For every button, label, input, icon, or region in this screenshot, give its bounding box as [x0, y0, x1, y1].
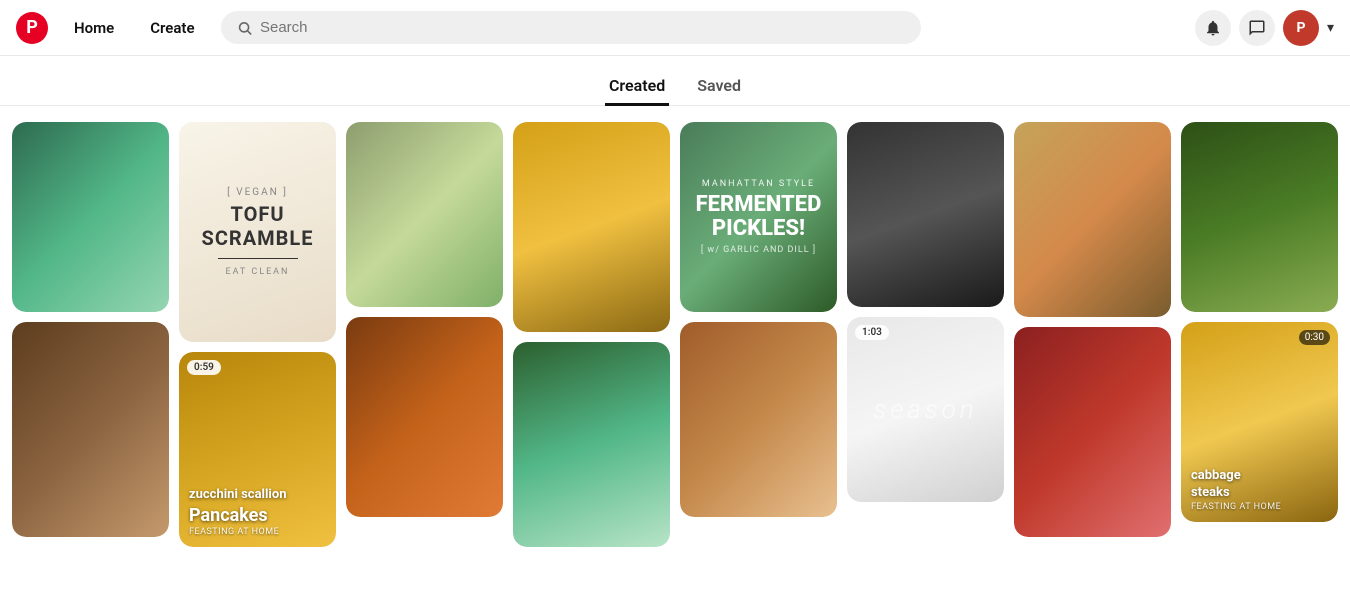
pin-card[interactable]: [513, 122, 670, 332]
pin-card[interactable]: 1:03 season: [847, 317, 1004, 502]
recipe-vegan-label: [ VEGAN ]: [227, 187, 288, 198]
avatar-letter: P: [1296, 20, 1305, 36]
recipe-title: TOFU SCRAMBLE: [199, 202, 316, 250]
pin-card[interactable]: 0:59 zucchini scallionPancakes FEASTING …: [179, 352, 336, 547]
notification-icon: [1204, 19, 1222, 37]
notification-button[interactable]: [1195, 10, 1231, 46]
pin-card[interactable]: [12, 322, 169, 537]
video-duration-badge: 0:59: [187, 360, 221, 375]
header: P Home Create P ▾: [0, 0, 1350, 56]
fermented-title: FERMENTED PICKLES!: [695, 193, 822, 241]
pin-card[interactable]: [1014, 327, 1171, 537]
search-icon: [237, 20, 252, 36]
tab-saved[interactable]: Saved: [693, 68, 745, 106]
video-duration-badge: 1:03: [855, 325, 889, 340]
pin-overlay-source: FEASTING AT HOME: [189, 527, 326, 537]
video-duration: 0:30: [1299, 330, 1330, 345]
message-button[interactable]: [1239, 10, 1275, 46]
account-chevron[interactable]: ▾: [1327, 19, 1334, 36]
nav-create[interactable]: Create: [140, 13, 204, 43]
pin-card[interactable]: 0:30 cabbagesteaks FEASTING AT HOME: [1181, 322, 1338, 522]
cabbage-steaks-source: FEASTING AT HOME: [1191, 502, 1328, 512]
tabs-nav: Created Saved: [0, 56, 1350, 106]
fermented-style-label: MANHATTAN STYLE: [702, 179, 815, 189]
season-text-overlay: season: [873, 395, 977, 425]
search-bar: [221, 11, 921, 44]
cabbage-steaks-title: cabbagesteaks: [1191, 468, 1328, 502]
pin-grid: [ VEGAN ] TOFU SCRAMBLE EAT CLEAN 0:59 z…: [0, 106, 1350, 606]
pin-card[interactable]: [1181, 122, 1338, 312]
pin-card[interactable]: [12, 122, 169, 312]
pin-card[interactable]: [847, 122, 1004, 307]
pin-card[interactable]: [ VEGAN ] TOFU SCRAMBLE EAT CLEAN: [179, 122, 336, 342]
pinterest-logo[interactable]: P: [16, 12, 48, 44]
pin-card[interactable]: [346, 122, 503, 307]
tab-created[interactable]: Created: [605, 68, 669, 106]
avatar[interactable]: P: [1283, 10, 1319, 46]
message-icon: [1248, 19, 1266, 37]
fermented-subtitle: [ w/ GARLIC AND DILL ]: [701, 245, 816, 255]
search-input[interactable]: [260, 19, 905, 36]
pin-overlay-title: zucchini scallionPancakes: [189, 487, 326, 527]
recipe-subtitle: EAT CLEAN: [226, 267, 290, 277]
pin-card[interactable]: [513, 342, 670, 547]
pin-card[interactable]: [346, 317, 503, 517]
pinterest-logo-letter: P: [26, 17, 38, 38]
pin-card[interactable]: [1014, 122, 1171, 317]
pin-card[interactable]: MANHATTAN STYLE FERMENTED PICKLES! [ w/ …: [680, 122, 837, 312]
pin-card[interactable]: [680, 322, 837, 517]
header-icons: P ▾: [1195, 10, 1334, 46]
nav-home[interactable]: Home: [64, 13, 124, 43]
